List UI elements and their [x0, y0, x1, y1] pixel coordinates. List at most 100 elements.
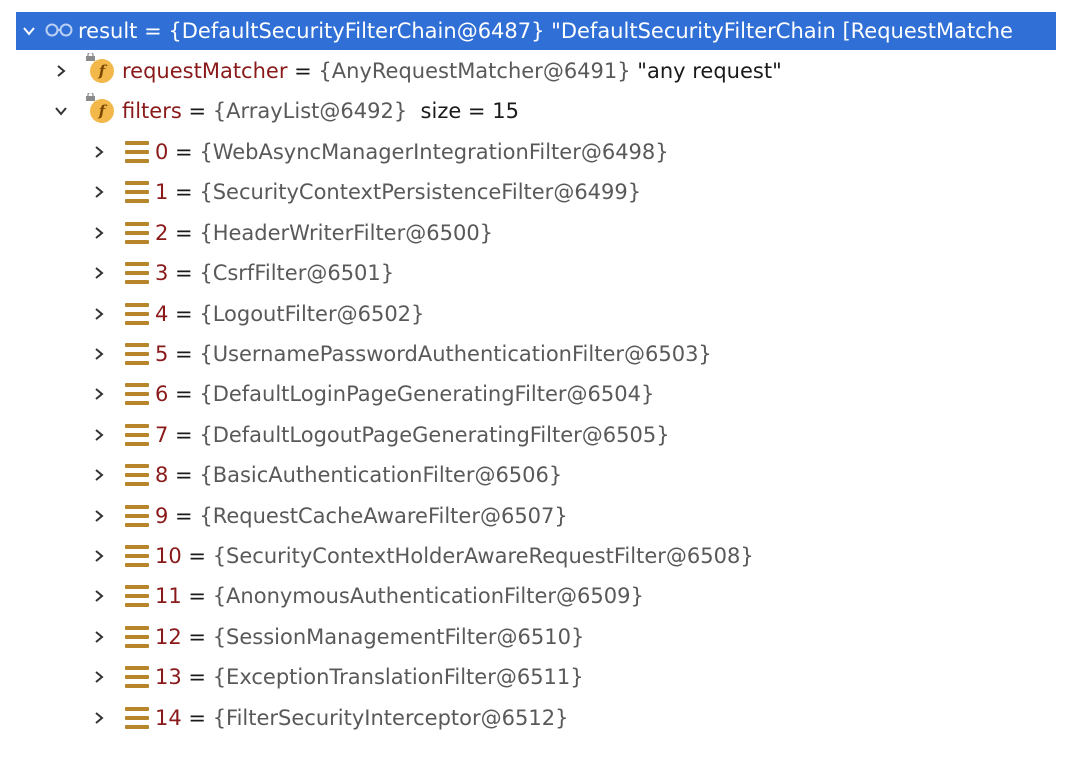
- root-eq: =: [137, 19, 169, 43]
- tree-row-requestMatcher[interactable]: f requestMatcher = {AnyRequestMatcher@64…: [50, 53, 782, 89]
- element-value: {HeaderWriterFilter@6500}: [199, 220, 494, 245]
- root-value: {DefaultSecurityFilterChain@6487} "Defau…: [168, 19, 1013, 43]
- element-eq: =: [181, 624, 213, 649]
- tree-row-element[interactable]: 8 = {BasicAuthenticationFilter@6506}: [88, 457, 562, 493]
- list-element-icon: [125, 666, 149, 689]
- tree-row-element[interactable]: 1 = {SecurityContextPersistenceFilter@64…: [88, 174, 641, 210]
- list-element-icon: [125, 141, 149, 163]
- element-eq: =: [168, 301, 200, 326]
- field-extra: "any request": [630, 59, 782, 83]
- element-index: 7: [155, 422, 169, 447]
- element-value: {BasicAuthenticationFilter@6506}: [199, 463, 563, 488]
- chevron-right-icon[interactable]: [88, 343, 110, 365]
- element-value: {SecurityContextPersistenceFilter@6499}: [199, 180, 642, 205]
- tree-row-element[interactable]: 14 = {FilterSecurityInterceptor@6512}: [88, 700, 568, 736]
- chevron-right-icon[interactable]: [88, 181, 110, 203]
- top-edge: [0, 0, 1080, 8]
- element-eq: =: [181, 705, 213, 730]
- field-name: filters: [122, 99, 182, 123]
- element-index: 0: [155, 140, 169, 164]
- tree-row-element[interactable]: 7 = {DefaultLogoutPageGeneratingFilter@6…: [88, 417, 670, 453]
- tree-row-element[interactable]: 9 = {RequestCacheAwareFilter@6507}: [88, 498, 568, 534]
- element-index: 9: [155, 503, 169, 528]
- chevron-right-icon[interactable]: [88, 545, 110, 567]
- list-element-icon: [125, 706, 149, 729]
- element-index: 14: [155, 705, 182, 730]
- chevron-right-icon[interactable]: [88, 464, 110, 486]
- field-name: requestMatcher: [122, 59, 288, 83]
- element-eq: =: [181, 665, 213, 690]
- field-value: {ArrayList@6492}: [212, 99, 408, 123]
- chevron-right-icon[interactable]: [88, 222, 110, 244]
- element-eq: =: [168, 463, 200, 488]
- chevron-right-icon[interactable]: [88, 666, 110, 688]
- element-eq: =: [168, 422, 200, 447]
- element-eq: =: [168, 342, 200, 366]
- chevron-right-icon[interactable]: [88, 383, 110, 405]
- chevron-right-icon[interactable]: [88, 141, 110, 163]
- list-element-icon: [125, 262, 149, 285]
- tree-row-element[interactable]: 11 = {AnonymousAuthenticationFilter@6509…: [88, 578, 644, 614]
- field-extra: size = 15: [407, 99, 519, 123]
- element-value: {UsernamePasswordAuthenticationFilter@65…: [199, 342, 712, 366]
- element-value: {CsrfFilter@6501}: [199, 261, 395, 286]
- element-index: 12: [155, 624, 182, 649]
- element-eq: =: [168, 220, 200, 245]
- element-value: {AnonymousAuthenticationFilter@6509}: [212, 584, 644, 609]
- field-f-icon: f: [86, 53, 114, 83]
- chevron-down-icon[interactable]: [18, 20, 40, 42]
- chevron-right-icon[interactable]: [88, 707, 110, 729]
- element-index: 5: [155, 342, 169, 366]
- chevron-down-icon[interactable]: [50, 100, 72, 122]
- chevron-right-icon[interactable]: [88, 505, 110, 527]
- element-index: 4: [155, 301, 169, 326]
- element-index: 13: [155, 665, 182, 690]
- element-value: {WebAsyncManagerIntegrationFilter@6498}: [199, 140, 669, 164]
- element-index: 8: [155, 463, 169, 488]
- element-index: 10: [155, 544, 182, 568]
- tree-row-element[interactable]: 13 = {ExceptionTranslationFilter@6511}: [88, 659, 584, 695]
- tree-row-element[interactable]: 5 = {UsernamePasswordAuthenticationFilte…: [88, 336, 712, 372]
- element-value: {SessionManagementFilter@6510}: [212, 624, 585, 649]
- tree-row-element[interactable]: 12 = {SessionManagementFilter@6510}: [88, 619, 584, 655]
- chevron-right-icon[interactable]: [88, 626, 110, 648]
- element-value: {LogoutFilter@6502}: [199, 301, 425, 326]
- element-eq: =: [168, 140, 200, 164]
- element-value: {DefaultLoginPageGeneratingFilter@6504}: [199, 382, 655, 407]
- tree-row-element[interactable]: 10 = {SecurityContextHolderAwareRequestF…: [88, 538, 754, 574]
- root-name: result: [78, 19, 138, 43]
- element-eq: =: [168, 382, 200, 407]
- element-value: {FilterSecurityInterceptor@6512}: [212, 705, 569, 730]
- chevron-right-icon[interactable]: [88, 424, 110, 446]
- field-value: {AnyRequestMatcher@6491}: [318, 59, 631, 83]
- list-element-icon: [125, 585, 149, 608]
- list-element-icon: [125, 545, 149, 567]
- list-element-icon: [125, 423, 149, 446]
- field-f-icon: f: [86, 93, 114, 123]
- list-element-icon: [125, 302, 149, 325]
- tree-row-element[interactable]: 3 = {CsrfFilter@6501}: [88, 255, 394, 291]
- list-element-icon: [125, 221, 149, 244]
- chevron-right-icon[interactable]: [88, 303, 110, 325]
- tree-row-element[interactable]: 0 = {WebAsyncManagerIntegrationFilter@64…: [88, 134, 669, 170]
- element-eq: =: [181, 584, 213, 609]
- tree-row-root[interactable]: result = {DefaultSecurityFilterChain@648…: [16, 12, 1056, 50]
- element-index: 11: [155, 584, 182, 609]
- tree-row-element[interactable]: 6 = {DefaultLoginPageGeneratingFilter@65…: [88, 376, 654, 412]
- chevron-right-icon[interactable]: [50, 60, 72, 82]
- element-index: 3: [155, 261, 169, 286]
- element-index: 6: [155, 382, 169, 407]
- tree-row-element[interactable]: 2 = {HeaderWriterFilter@6500}: [88, 215, 493, 251]
- chevron-right-icon[interactable]: [88, 262, 110, 284]
- tree-row-element[interactable]: 4 = {LogoutFilter@6502}: [88, 296, 424, 332]
- chevron-right-icon[interactable]: [88, 585, 110, 607]
- watch-glasses-icon: [44, 19, 74, 43]
- element-eq: =: [168, 503, 200, 528]
- tree-row-filters[interactable]: f filters = {ArrayList@6492} size = 15: [50, 93, 519, 129]
- list-element-icon: [125, 625, 149, 648]
- element-value: {RequestCacheAwareFilter@6507}: [199, 503, 568, 528]
- element-eq: =: [168, 180, 200, 205]
- list-element-icon: [125, 343, 149, 365]
- list-element-icon: [125, 464, 149, 487]
- element-value: {DefaultLogoutPageGeneratingFilter@6505}: [199, 422, 670, 447]
